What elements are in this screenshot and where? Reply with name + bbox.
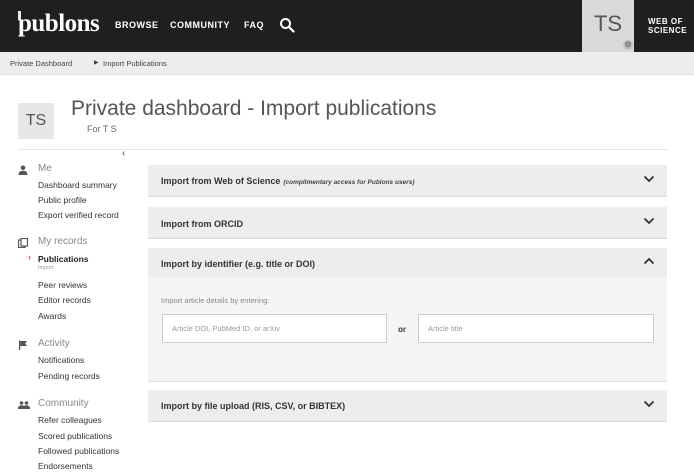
- panel-title-text: Import from Web of Science: [161, 176, 281, 186]
- sidebar-item-public-profile[interactable]: Public profile: [38, 195, 87, 205]
- top-navigation-bar: publons BROWSE COMMUNITY FAQ TS ⚙ WEB OF…: [0, 0, 694, 52]
- nav-community[interactable]: COMMUNITY: [170, 20, 230, 30]
- page-avatar: TS: [18, 103, 54, 139]
- nav-faq[interactable]: FAQ: [244, 20, 264, 30]
- sidebar-item-followed-publications[interactable]: Followed publications: [38, 446, 119, 456]
- sidebar-section-community: Community: [38, 398, 89, 409]
- sidebar-item-dashboard-summary[interactable]: Dashboard summary: [38, 180, 117, 190]
- breadcrumb-private-dashboard[interactable]: Private Dashboard: [10, 59, 72, 68]
- panel-title: Import from Web of Science (complimentary…: [161, 176, 415, 186]
- sidebar-item-endorsements[interactable]: Endorsements: [38, 461, 93, 471]
- collapse-sidebar-chevron-icon[interactable]: ‹: [122, 148, 125, 159]
- article-title-input[interactable]: [418, 314, 654, 343]
- records-icon: [18, 238, 28, 248]
- sidebar-section-my-records: My records: [38, 236, 88, 247]
- sidebar-item-pending-records[interactable]: Pending records: [38, 371, 100, 381]
- header-divider: [18, 149, 668, 150]
- sidebar-section-me: Me: [38, 163, 52, 174]
- sidebar-section-activity: Activity: [38, 338, 70, 349]
- nav-browse[interactable]: BROWSE: [115, 20, 159, 30]
- panel-title: Import by identifier (e.g. title or DOI): [161, 259, 316, 269]
- active-item-caret-icon: ›: [28, 252, 31, 262]
- panel-title: Import by file upload (RIS, CSV, or BIBT…: [161, 401, 346, 411]
- search-icon[interactable]: [279, 17, 295, 33]
- page-title: Private dashboard - Import publications: [71, 97, 437, 120]
- panel-title: Import from ORCID: [161, 219, 243, 229]
- sidebar-item-scored-publications[interactable]: Scored publications: [38, 431, 112, 441]
- panel-note: (complimentary access for Publons users): [283, 179, 415, 186]
- sidebar-item-export-verified-record[interactable]: Export verified record: [38, 210, 119, 220]
- breadcrumb: Private Dashboard ▶ Import Publications: [0, 52, 694, 75]
- or-label: or: [398, 325, 406, 334]
- chevron-down-icon[interactable]: [643, 400, 655, 408]
- sidebar-subitem-import[interactable]: Import: [38, 265, 54, 271]
- panel-import-web-of-science[interactable]: Import from Web of Science (complimentary…: [148, 165, 667, 197]
- breadcrumb-separator-icon: ▶: [94, 60, 99, 66]
- sidebar-item-peer-reviews[interactable]: Peer reviews: [38, 280, 87, 290]
- breadcrumb-import-publications: Import Publications: [103, 59, 167, 68]
- wos-label-line-2: SCIENCE: [648, 26, 688, 35]
- person-icon: [18, 165, 28, 175]
- identifier-form: Import article details by entering: or: [148, 277, 667, 382]
- doi-input[interactable]: [162, 314, 387, 343]
- panel-import-by-identifier[interactable]: Import by identifier (e.g. title or DOI): [148, 248, 667, 277]
- publons-logo[interactable]: publons: [18, 10, 100, 40]
- chevron-down-icon[interactable]: [643, 175, 655, 183]
- sidebar-item-notifications[interactable]: Notifications: [38, 355, 84, 365]
- identifier-hint: Import article details by entering:: [161, 296, 270, 305]
- panel-import-orcid[interactable]: Import from ORCID: [148, 207, 667, 239]
- chevron-down-icon[interactable]: [643, 217, 655, 225]
- chevron-up-icon[interactable]: [643, 257, 655, 265]
- wos-label-line-1: WEB OF: [648, 17, 683, 26]
- panel-import-by-file-upload[interactable]: Import by file upload (RIS, CSV, or BIBT…: [148, 390, 667, 422]
- page-subtitle: For T S: [87, 124, 117, 134]
- flag-icon: [19, 340, 27, 350]
- sidebar-item-awards[interactable]: Awards: [38, 311, 66, 321]
- settings-icon[interactable]: ⚙: [623, 40, 633, 50]
- community-icon: [18, 401, 30, 409]
- sidebar-item-editor-records[interactable]: Editor records: [38, 295, 91, 305]
- sidebar-item-publications[interactable]: Publications: [38, 254, 89, 264]
- web-of-science-link[interactable]: WEB OF SCIENCE: [648, 17, 687, 35]
- sidebar-item-refer-colleagues[interactable]: Refer colleagues: [38, 415, 102, 425]
